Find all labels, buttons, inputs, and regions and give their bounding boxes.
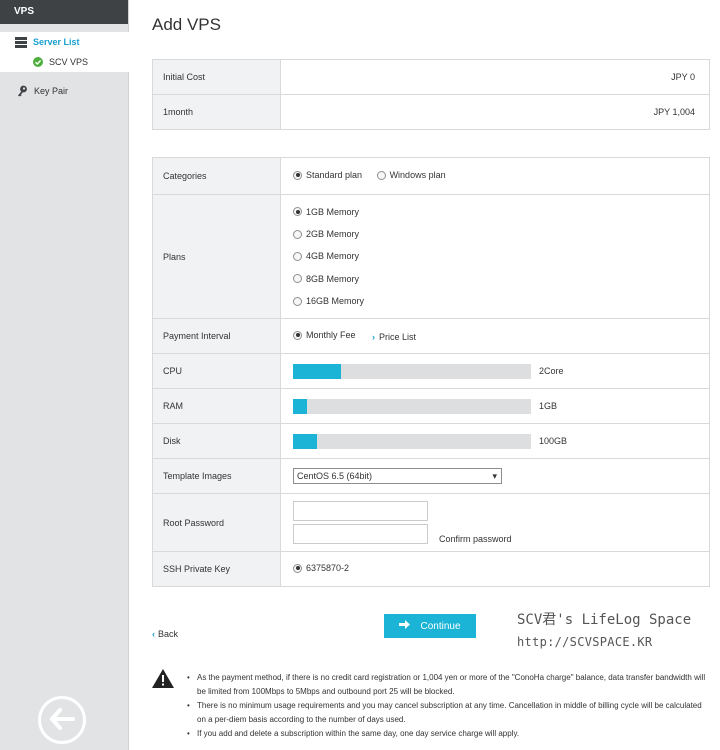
- cpu-bar-fill: [293, 363, 341, 379]
- disk-label: Disk: [152, 423, 281, 459]
- ssh-key-radio[interactable]: 6375870-2: [293, 563, 349, 573]
- radio-selected-icon: [293, 330, 302, 340]
- sidebar-item-key-pair[interactable]: Key Pair: [0, 81, 129, 101]
- ram-bar: [293, 398, 531, 414]
- sidebar-header: VPS: [0, 0, 128, 24]
- watermark-url: http://SCVSPACE.KR: [517, 635, 653, 649]
- confirm-password-label: Confirm password: [439, 534, 512, 544]
- cpu-label: CPU: [152, 353, 281, 389]
- notice-item: If you add and delete a subscription wit…: [185, 727, 710, 741]
- root-password-label: Root Password: [152, 493, 281, 552]
- radio-label: Standard plan: [306, 170, 363, 181]
- notice-item: There is no minimum usage requirements a…: [185, 699, 710, 727]
- category-windows-radio[interactable]: Windows plan: [376, 170, 446, 181]
- sidebar-item-label: SCV VPS: [49, 57, 89, 67]
- radio-label: 8GB Memory: [306, 273, 360, 284]
- root-password-input[interactable]: [293, 501, 428, 521]
- payment-monthly-radio[interactable]: Monthly Fee: [293, 330, 356, 340]
- template-images-label: Template Images: [152, 458, 281, 494]
- radio-unselected-icon: [293, 229, 302, 239]
- radio-unselected-icon: [293, 296, 302, 306]
- template-images-select[interactable]: CentOS 6.5 (64bit) ▾: [293, 468, 502, 484]
- radio-label: Windows plan: [389, 170, 446, 181]
- cpu-bar: [293, 363, 531, 379]
- arrow-right-icon: [399, 620, 411, 632]
- disk-value: 100GB: [539, 436, 568, 446]
- back-link[interactable]: ‹ Back: [152, 629, 178, 639]
- link-label: Price List: [379, 331, 417, 342]
- radio-unselected-icon: [293, 251, 302, 261]
- key-icon: [17, 85, 28, 97]
- select-value: CentOS 6.5 (64bit): [297, 471, 373, 481]
- radio-label: 1GB Memory: [306, 206, 360, 217]
- caret-down-icon: ▾: [492, 470, 497, 481]
- category-standard-radio[interactable]: Standard plan: [293, 170, 362, 180]
- plan-1gb-radio[interactable]: 1GB Memory: [293, 207, 359, 217]
- radio-label: 16GB Memory: [306, 296, 365, 307]
- watermark: SCV君's LifeLog Space http://SCVSPACE.KR: [517, 609, 707, 649]
- ram-bar-fill: [293, 398, 308, 414]
- notice-item: As the payment method, if there is no cr…: [185, 671, 710, 699]
- initial-cost-label: Initial Cost: [152, 59, 281, 95]
- payment-interval-label: Payment Interval: [152, 318, 281, 354]
- notice-list: As the payment method, if there is no cr…: [185, 671, 710, 741]
- watermark-title: SCV君's LifeLog Space: [517, 612, 692, 628]
- radio-unselected-icon: [376, 170, 386, 180]
- disk-bar-fill: [293, 433, 317, 449]
- check-circle-icon: [33, 57, 43, 67]
- sidebar-item-scv-vps[interactable]: SCV VPS: [0, 52, 129, 72]
- link-label: Back: [158, 629, 179, 639]
- ssh-key-label: SSH Private Key: [152, 551, 281, 587]
- chevron-left-icon: ‹: [152, 629, 155, 639]
- chevron-right-icon: ›: [372, 331, 376, 342]
- spec-table: Categories Standard plan Windows plan Pl…: [152, 157, 710, 587]
- sidebar-item-label: Server List: [33, 37, 80, 47]
- initial-cost-value: JPY 0: [280, 59, 710, 95]
- radio-selected-icon: [293, 563, 302, 573]
- radio-label: Monthly Fee: [306, 330, 356, 341]
- sidebar-item-server-list[interactable]: Server List: [0, 32, 129, 52]
- arrow-left-icon: [49, 708, 75, 732]
- radio-selected-icon: [293, 170, 302, 180]
- plan-4gb-radio[interactable]: 4GB Memory: [293, 251, 359, 261]
- plan-8gb-radio[interactable]: 8GB Memory: [293, 274, 359, 284]
- radio-label: 6375870-2: [306, 563, 350, 574]
- radio-label: 2GB Memory: [306, 229, 360, 240]
- monthly-cost-label: 1month: [152, 94, 281, 130]
- plan-16gb-radio[interactable]: 16GB Memory: [293, 296, 364, 306]
- ram-value: 1GB: [539, 401, 558, 411]
- page-title: Add VPS: [152, 15, 221, 34]
- radio-unselected-icon: [293, 274, 302, 284]
- cpu-value: 2Core: [539, 366, 564, 376]
- radio-label: 4GB Memory: [306, 251, 360, 262]
- ram-label: RAM: [152, 388, 281, 424]
- button-label: Continue: [420, 620, 461, 632]
- disk-bar: [293, 433, 531, 449]
- continue-button[interactable]: Continue: [384, 614, 476, 638]
- sidebar-item-label: Key Pair: [34, 86, 69, 96]
- monthly-cost-value: JPY 1,004: [280, 94, 710, 130]
- plan-2gb-radio[interactable]: 2GB Memory: [293, 229, 359, 239]
- price-list-link[interactable]: › Price List: [372, 332, 416, 342]
- warning-icon: [152, 669, 174, 690]
- categories-label: Categories: [152, 157, 281, 195]
- sidebar: VPS Server List SCV VPS Key Pair: [0, 0, 129, 750]
- cost-table: Initial Cost JPY 0 1month JPY 1,004: [152, 59, 710, 130]
- plans-label: Plans: [152, 194, 281, 319]
- back-circle-button[interactable]: [38, 696, 86, 744]
- server-icon: [15, 36, 27, 48]
- radio-selected-icon: [293, 207, 302, 217]
- confirm-password-input[interactable]: [293, 524, 428, 544]
